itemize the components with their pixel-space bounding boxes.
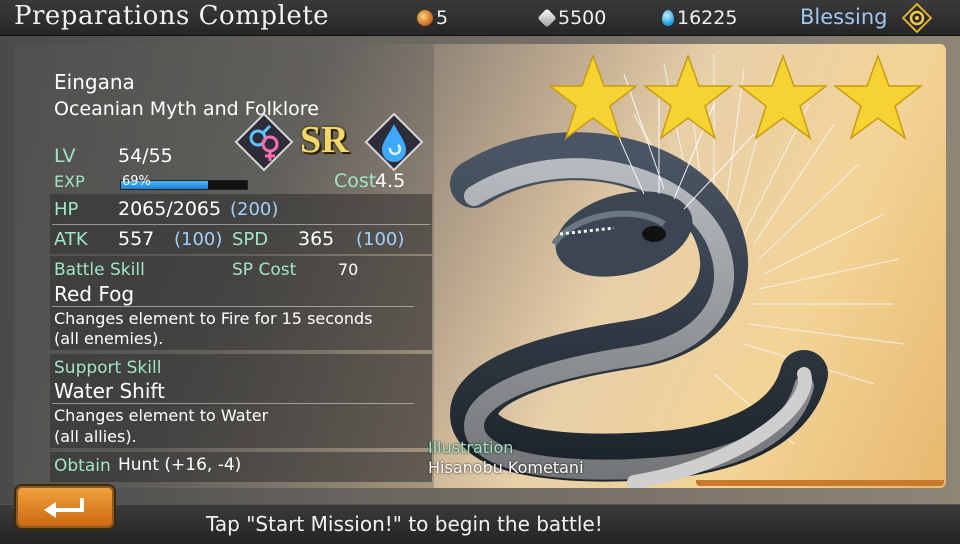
crystal-icon (537, 8, 557, 28)
bottom-bar: Tap "Start Mission!" to begin the battle… (0, 504, 960, 544)
divider (52, 403, 414, 404)
gem-counter: 16225 (662, 7, 737, 29)
obtain-value: Hunt (+16, -4) (118, 455, 242, 475)
hp-value: 2065/2065 (118, 198, 222, 220)
atk-label: ATK (54, 229, 88, 250)
gem-count: 16225 (677, 7, 738, 29)
hp-bonus: (200) (230, 199, 279, 220)
spd-value: 365 (298, 228, 335, 250)
lv-value: 54/55 (118, 145, 173, 167)
sp-cost-value: 70 (338, 260, 359, 279)
unit-detail-card: Eingana Oceanian Myth and Folklore SR LV… (14, 44, 946, 488)
cost-label: Cost (334, 170, 377, 192)
orb-count: 5 (436, 7, 449, 29)
atk-bonus: (100) (174, 229, 223, 250)
lv-label: LV (54, 145, 76, 167)
unit-name: Eingana (54, 70, 135, 94)
page-title: Preparations Complete (14, 1, 330, 31)
return-arrow-icon (44, 498, 84, 518)
atk-value: 557 (118, 228, 155, 250)
water-element-icon (364, 112, 424, 172)
divider (52, 224, 430, 225)
illustrator-name: Hisanobu Kometani (428, 458, 584, 477)
support-skill-label: Support Skill (54, 358, 162, 378)
support-skill-name: Water Shift (54, 379, 165, 403)
rarity-badge: SR (300, 119, 349, 161)
sp-cost-label: SP Cost (232, 260, 297, 280)
blessing-button[interactable]: Blessing (800, 5, 888, 29)
hint-text: Tap "Start Mission!" to begin the battle… (206, 512, 603, 536)
star-icon (737, 54, 829, 140)
rarity-stars (548, 54, 924, 140)
orb-counter: 5 (417, 7, 448, 29)
crystal-count: 5500 (558, 7, 607, 29)
back-button[interactable] (16, 486, 114, 528)
orb-icon (417, 10, 433, 26)
illustration-label: Illustration (428, 438, 514, 457)
obtain-label: Obtain (54, 456, 111, 476)
spd-label: SPD (232, 229, 269, 250)
battle-skill-name: Red Fog (54, 282, 135, 306)
star-icon (832, 54, 924, 140)
exp-percent: 69% (122, 174, 151, 189)
support-skill-description-target: (all allies). (54, 427, 137, 446)
gem-icon (662, 10, 674, 26)
cost-value: 4.5 (375, 170, 406, 192)
gender-icon (234, 112, 294, 172)
star-icon (548, 54, 639, 140)
divider (52, 306, 414, 307)
blessing-icon[interactable] (902, 3, 932, 33)
spd-bonus: (100) (356, 229, 405, 250)
star-icon (642, 54, 734, 140)
stats-panel: Eingana Oceanian Myth and Folklore SR LV… (14, 44, 434, 488)
battle-skill-description: Changes element to Fire for 15 seconds (54, 309, 373, 328)
battle-skill-description-target: (all enemies). (54, 329, 164, 348)
battle-skill-label: Battle Skill (54, 260, 145, 280)
support-skill-description: Changes element to Water (54, 406, 269, 425)
card-frame-accent (696, 480, 944, 486)
exp-label: EXP (54, 172, 85, 191)
crystal-counter: 5500 (537, 7, 607, 29)
hp-label: HP (54, 199, 79, 220)
top-bar: Preparations Complete 5 5500 16225 Bless… (0, 0, 960, 36)
